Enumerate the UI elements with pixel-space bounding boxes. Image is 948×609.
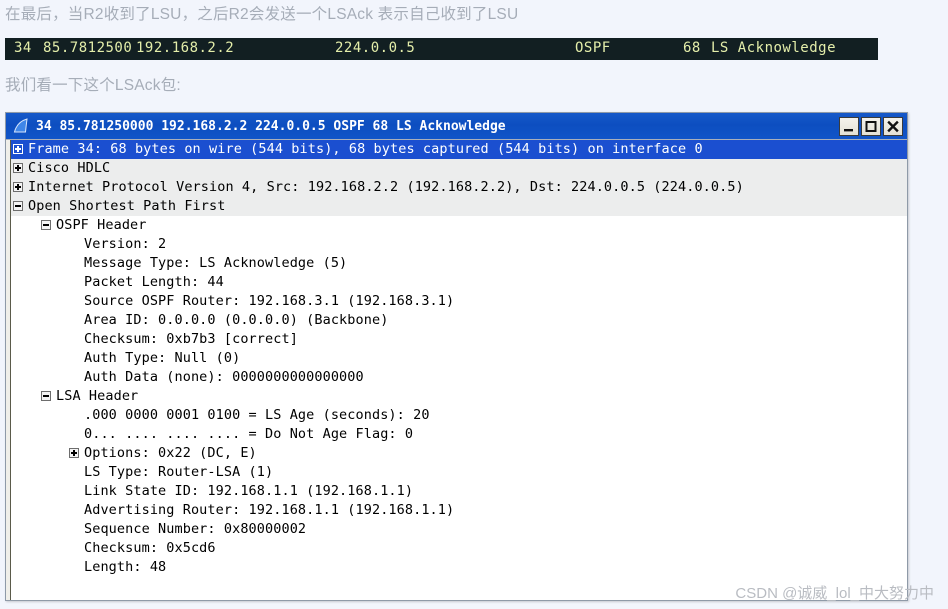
detail-tree-row-label: Checksum: 0x5cd6 <box>84 540 216 556</box>
packet-time: 85.7812500 <box>43 40 133 56</box>
detail-tree-row[interactable]: Packet Length: 44 <box>11 273 907 292</box>
packet-detail-tree[interactable]: Frame 34: 68 bytes on wire (544 bits), 6… <box>11 140 907 600</box>
detail-tree-row[interactable]: Open Shortest Path First <box>11 197 907 216</box>
detail-tree-row-label: Auth Data (none): 0000000000000000 <box>84 369 364 385</box>
intro-paragraph: 在最后，当R2收到了LSU，之后R2会发送一个LSAck 表示自己收到了LSU <box>5 6 519 23</box>
maximize-icon[interactable] <box>861 116 881 136</box>
detail-tree-row-label: Options: 0x22 (DC, E) <box>84 445 257 461</box>
detail-tree-row[interactable]: Auth Type: Null (0) <box>11 349 907 368</box>
detail-tree-row-label: Source OSPF Router: 192.168.3.1 (192.168… <box>84 293 455 309</box>
collapse-icon[interactable] <box>41 391 51 401</box>
packet-source: 192.168.2.2 <box>136 40 235 56</box>
expand-icon[interactable] <box>13 144 23 154</box>
detail-tree-row-label: OSPF Header <box>56 217 147 233</box>
detail-tree-row-label: Area ID: 0.0.0.0 (0.0.0.0) (Backbone) <box>84 312 389 328</box>
detail-tree-row[interactable]: Internet Protocol Version 4, Src: 192.16… <box>11 178 907 197</box>
expand-icon[interactable] <box>69 448 79 458</box>
collapse-icon[interactable] <box>41 220 51 230</box>
close-icon[interactable] <box>883 116 903 136</box>
detail-tree-row[interactable]: LS Type: Router-LSA (1) <box>11 463 907 482</box>
detail-tree-row-label: Link State ID: 192.168.1.1 (192.168.1.1) <box>84 483 414 499</box>
detail-tree-row[interactable]: Sequence Number: 0x80000002 <box>11 520 907 539</box>
expand-icon[interactable] <box>13 182 23 192</box>
window-title: 34 85.781250000 192.168.2.2 224.0.0.5 OS… <box>36 118 506 134</box>
packet-summary-strip: 34 85.7812500 192.168.2.2 224.0.0.5 OSPF… <box>5 38 878 60</box>
window-titlebar[interactable]: 34 85.781250000 192.168.2.2 224.0.0.5 OS… <box>6 113 907 139</box>
detail-tree-row[interactable]: .000 0000 0001 0100 = LS Age (seconds): … <box>11 406 907 425</box>
wireshark-packet-window: 34 85.781250000 192.168.2.2 224.0.0.5 OS… <box>5 112 908 601</box>
detail-tree-row-label: Checksum: 0xb7b3 [correct] <box>84 331 298 347</box>
detail-tree-row-label: Frame 34: 68 bytes on wire (544 bits), 6… <box>28 141 703 157</box>
detail-tree-row[interactable]: Area ID: 0.0.0.0 (0.0.0.0) (Backbone) <box>11 311 907 330</box>
detail-tree-row[interactable]: Auth Data (none): 0000000000000000 <box>11 368 907 387</box>
packet-protocol: OSPF <box>575 40 611 56</box>
detail-tree-row-label: Sequence Number: 0x80000002 <box>84 521 307 537</box>
detail-tree-row-label: 0... .... .... .... = Do Not Age Flag: 0 <box>84 426 414 442</box>
detail-tree-row[interactable]: Options: 0x22 (DC, E) <box>11 444 907 463</box>
detail-tree-row-label: Advertising Router: 192.168.1.1 (192.168… <box>84 502 455 518</box>
packet-no: 34 <box>14 40 32 56</box>
detail-tree-row-label: Packet Length: 44 <box>84 274 224 290</box>
detail-tree-row[interactable]: OSPF Header <box>11 216 907 235</box>
detail-tree-row[interactable]: Link State ID: 192.168.1.1 (192.168.1.1) <box>11 482 907 501</box>
detail-tree-row-label: LSA Header <box>56 388 139 404</box>
detail-tree-row-label: Auth Type: Null (0) <box>84 350 241 366</box>
detail-tree-row-label: Message Type: LS Acknowledge (5) <box>84 255 348 271</box>
detail-tree-row[interactable]: Checksum: 0x5cd6 <box>11 539 907 558</box>
detail-tree-row-label: .000 0000 0001 0100 = LS Age (seconds): … <box>84 407 430 423</box>
detail-tree-row[interactable]: Version: 2 <box>11 235 907 254</box>
followup-paragraph: 我们看一下这个LSAck包: <box>5 77 181 94</box>
detail-tree-row-label: Internet Protocol Version 4, Src: 192.16… <box>28 179 744 195</box>
detail-tree-row-label: Open Shortest Path First <box>28 198 226 214</box>
packet-detail-pane[interactable]: Frame 34: 68 bytes on wire (544 bits), 6… <box>6 139 907 600</box>
collapse-icon[interactable] <box>13 201 23 211</box>
detail-tree-row[interactable]: Message Type: LS Acknowledge (5) <box>11 254 907 273</box>
detail-tree-row-label: Version: 2 <box>84 236 167 252</box>
detail-tree-row-label: Cisco HDLC <box>28 160 111 176</box>
detail-tree-row-label: Length: 48 <box>84 559 167 575</box>
packet-destination: 224.0.0.5 <box>335 40 416 56</box>
detail-tree-row[interactable]: 0... .... .... .... = Do Not Age Flag: 0 <box>11 425 907 444</box>
packet-info: LS Acknowledge <box>711 40 837 56</box>
detail-tree-row[interactable]: LSA Header <box>11 387 907 406</box>
detail-tree-row[interactable]: Checksum: 0xb7b3 [correct] <box>11 330 907 349</box>
detail-tree-row[interactable]: Cisco HDLC <box>11 159 907 178</box>
shark-fin-icon <box>12 117 30 135</box>
minimize-icon[interactable] <box>839 116 859 136</box>
detail-tree-row[interactable]: Advertising Router: 192.168.1.1 (192.168… <box>11 501 907 520</box>
detail-tree-row-label: LS Type: Router-LSA (1) <box>84 464 274 480</box>
detail-tree-row[interactable]: Source OSPF Router: 192.168.3.1 (192.168… <box>11 292 907 311</box>
expand-icon[interactable] <box>13 163 23 173</box>
detail-tree-row[interactable]: Length: 48 <box>11 558 907 577</box>
packet-length: 68 <box>683 40 701 56</box>
detail-tree-row[interactable]: Frame 34: 68 bytes on wire (544 bits), 6… <box>11 140 907 159</box>
